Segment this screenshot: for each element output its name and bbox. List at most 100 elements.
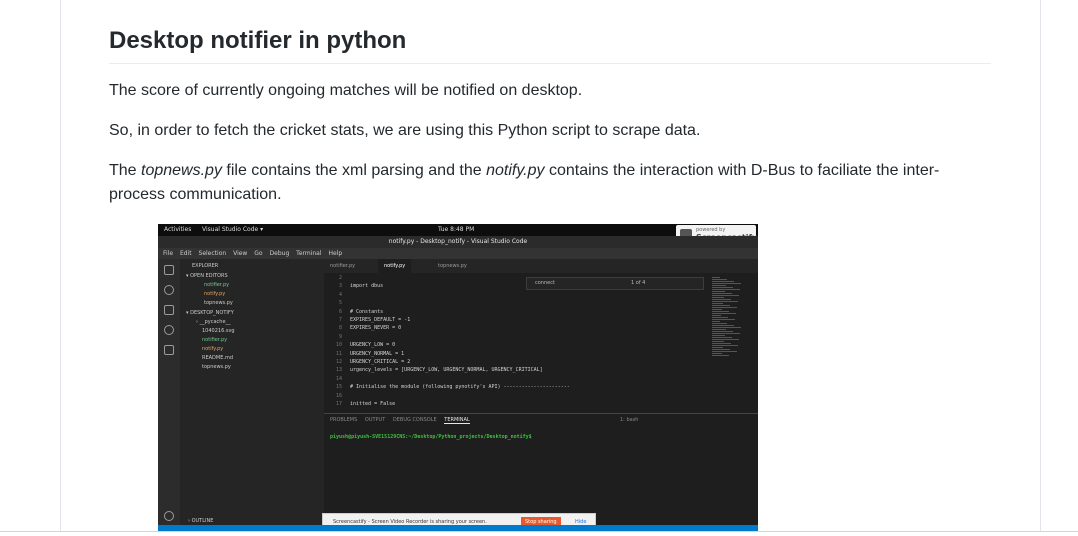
menu-go: Go — [254, 250, 263, 257]
code-line: URGENCY_NORMAL = 1 — [350, 350, 405, 357]
page-bottom-rule — [0, 531, 1078, 532]
panel-tabs: PROBLEMS OUTPUT DEBUG CONSOLE TERMINAL 1… — [324, 413, 758, 426]
paragraph-scrape: So, in order to fetch the cricket stats,… — [109, 122, 701, 139]
minimap-line — [712, 327, 741, 328]
line-number: 13 — [335, 367, 342, 374]
paragraph-matches: The score of currently ongoing matches w… — [109, 82, 583, 99]
minimap-line — [712, 351, 737, 352]
minimap-line — [712, 303, 723, 304]
minimap-line — [712, 355, 729, 356]
file-name-notify: notify.py — [486, 162, 545, 179]
minimap-line — [712, 287, 733, 288]
line-number: 4 — [338, 291, 342, 298]
menu-debug: Debug — [269, 250, 290, 257]
minimap-line — [712, 345, 738, 346]
open-editors-header: ▾ OPEN EDITORS — [186, 273, 228, 279]
find-widget: connect 1 of 4 — [526, 277, 704, 290]
code-line: urgency_levels = [URGENCY_LOW, URGENCY_N… — [350, 367, 543, 374]
explorer-sidebar: EXPLORER ▾ OPEN EDITORS notifier.py noti… — [180, 259, 324, 531]
minimap-line — [712, 313, 736, 314]
file-readme: README.md — [202, 355, 234, 361]
minimap-line — [712, 319, 735, 320]
minimap-line — [712, 341, 724, 342]
line-number: 16 — [335, 392, 342, 399]
file-svg: 1040216.svg — [202, 328, 235, 334]
gnome-top-bar: Activities Visual Studio Code ▾ Tue 8:48… — [158, 224, 758, 236]
project-header: ▾ DESKTOP_NOTIFY — [186, 310, 234, 316]
search-icon — [164, 285, 174, 295]
gnome-activities: Activities — [164, 226, 192, 233]
editor-tabs: notifier.py notify.py topnews.py — [324, 259, 758, 273]
paragraph-files: The topnews.py file contains the xml par… — [109, 159, 969, 207]
minimap-line — [712, 307, 737, 308]
minimap-line — [712, 277, 720, 278]
minimap-line — [712, 347, 723, 348]
minimap-line — [712, 279, 727, 280]
minimap-line — [712, 291, 725, 292]
folder-pycache: › __pycache__ — [196, 319, 231, 325]
line-number: 9 — [338, 333, 342, 340]
minimap-line — [712, 283, 741, 284]
line-number: 11 — [335, 350, 342, 357]
file-notifier: notifier.py — [202, 337, 228, 343]
minimap-line — [712, 299, 731, 300]
panel-tab-terminal: TERMINAL — [444, 417, 470, 424]
debug-icon — [164, 325, 174, 335]
menu-terminal: Terminal — [296, 250, 322, 257]
section-heading: Desktop notifier in python — [109, 27, 991, 64]
source-control-icon — [164, 305, 174, 315]
line-number: 15 — [335, 384, 342, 391]
minimap — [704, 273, 758, 413]
line-number: 14 — [335, 375, 342, 382]
paragraph-files-part-b: file contains the xml parsing and the — [221, 162, 487, 179]
code-line: URGENCY_LOW = 0 — [350, 342, 396, 349]
terminal-prompt: piyush@piyush-SVE15129CNS:~/Desktop/Pyth… — [330, 434, 532, 440]
line-number: 7 — [338, 317, 342, 323]
minimap-line — [712, 321, 720, 322]
find-query: connect — [535, 280, 555, 286]
paragraph-files-part-a: The — [109, 162, 142, 179]
explorer-title: EXPLORER — [192, 263, 219, 269]
minimap-line — [712, 331, 733, 332]
line-number: 10 — [335, 342, 342, 349]
minimap-line — [712, 349, 730, 350]
code-line: URGENCY_CRITICAL = 2 — [350, 359, 411, 365]
minimap-line — [712, 333, 740, 334]
line-number: 5 — [338, 300, 342, 307]
code-line: EXPIRES_NEVER = 0 — [350, 325, 402, 332]
vscode-screenshot-image: Activities Visual Studio Code ▾ Tue 8:48… — [158, 224, 758, 531]
panel-tab-problems: PROBLEMS — [330, 417, 358, 423]
minimap-line — [712, 281, 734, 282]
files-icon — [164, 265, 174, 275]
line-number: 12 — [335, 359, 342, 365]
tab-topnews: topnews.py — [438, 263, 467, 269]
code-line: import dbus — [350, 283, 384, 290]
minimap-line — [712, 295, 739, 296]
activity-bar — [158, 259, 180, 531]
file-topnews: topnews.py — [202, 364, 231, 370]
line-number: 17 — [335, 401, 342, 407]
outline-section: › OUTLINE — [188, 518, 214, 524]
menu-view: View — [233, 250, 248, 257]
line-number: 2 — [338, 275, 342, 281]
gnome-clock: Tue 8:48 PM — [438, 226, 475, 233]
minimap-line — [712, 339, 739, 340]
extensions-icon — [164, 345, 174, 355]
menu-edit: Edit — [179, 250, 192, 257]
minimap-line — [712, 311, 729, 312]
minimap-line — [712, 309, 722, 310]
shell-select: 1: bash — [620, 417, 639, 423]
minimap-line — [712, 293, 732, 294]
minimap-line — [712, 297, 724, 298]
open-file-notify: notify.py — [204, 291, 226, 297]
minimap-line — [712, 337, 732, 338]
panel-tab-output: OUTPUT — [364, 417, 386, 423]
tab-notifier: notifier.py — [330, 263, 356, 269]
minimap-line — [712, 317, 728, 318]
file-notify: notify.py — [202, 346, 224, 352]
open-file-notifier: notifier.py — [204, 282, 230, 288]
line-number: 3 — [338, 283, 342, 290]
minimap-line — [712, 325, 734, 326]
file-name-topnews: topnews.py — [141, 162, 222, 179]
menu-file: File — [163, 250, 174, 257]
